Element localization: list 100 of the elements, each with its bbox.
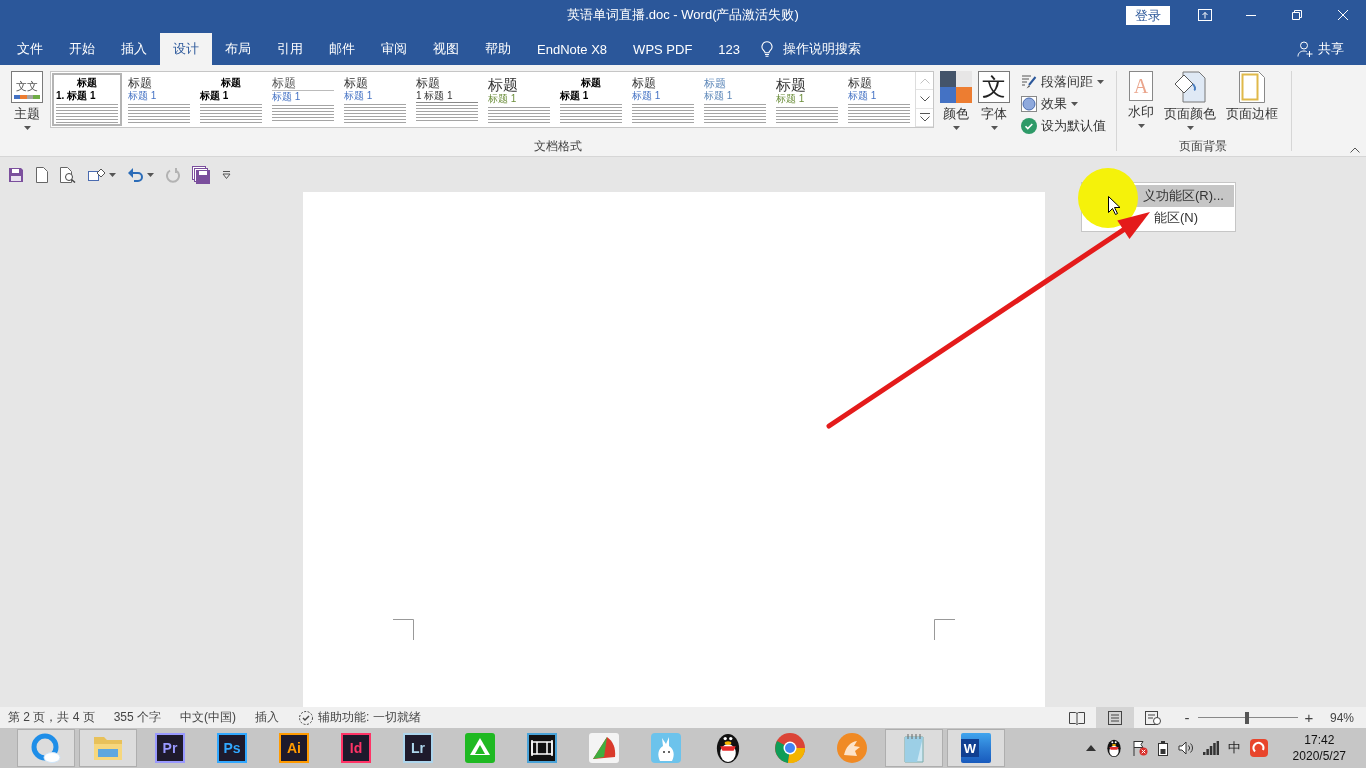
style-thumbnail[interactable]: 标题 1 标题 1 bbox=[412, 73, 482, 126]
save-icon bbox=[8, 166, 24, 183]
colors-button[interactable]: 颜色 bbox=[937, 71, 975, 130]
page-lines-icon bbox=[1107, 710, 1122, 725]
style-thumbnail[interactable]: 标题 标题 1 bbox=[772, 73, 842, 126]
accessibility-status[interactable]: 辅助功能: 一切就绪 bbox=[298, 707, 421, 728]
style-thumbnail[interactable]: 标题 标题 1 bbox=[268, 73, 338, 126]
page-magnifier-icon bbox=[60, 166, 76, 183]
themes-button[interactable]: 文文 主题 bbox=[8, 71, 46, 130]
status-item[interactable]: 插入 bbox=[255, 707, 280, 728]
sail-tile-icon bbox=[589, 733, 619, 763]
ribbon-tab[interactable]: EndNote X8 bbox=[524, 33, 621, 65]
page-globe-icon bbox=[1144, 710, 1161, 725]
taskbar-button[interactable]: Ps bbox=[203, 729, 261, 767]
watermark-button[interactable]: A 水印 bbox=[1125, 71, 1157, 128]
style-thumbnail[interactable]: 标题 标题 1 bbox=[340, 73, 410, 126]
battery-icon[interactable] bbox=[1156, 740, 1169, 756]
style-thumbnail[interactable]: 标题 标题 1 bbox=[844, 73, 914, 126]
circle-icon bbox=[1021, 95, 1037, 112]
ring-cloud-icon bbox=[31, 733, 61, 763]
customize-toolbar-button[interactable] bbox=[222, 170, 231, 179]
undo-button[interactable] bbox=[128, 167, 154, 182]
ribbon-tab[interactable]: 审阅 bbox=[368, 33, 420, 65]
tell-me-search[interactable]: 操作说明搜索 bbox=[753, 33, 870, 65]
app-tile-icon: Ps bbox=[217, 733, 247, 763]
swirl-tile-icon[interactable] bbox=[1249, 739, 1268, 757]
ribbon-tab[interactable]: 文件 bbox=[4, 33, 56, 65]
paint-bucket-icon bbox=[1173, 71, 1207, 103]
ribbon-tab[interactable]: 引用 bbox=[264, 33, 316, 65]
style-thumbnail[interactable]: 标题 标题 1 bbox=[196, 73, 266, 126]
zoom-slider-thumb[interactable] bbox=[1244, 711, 1249, 724]
status-item[interactable]: 第 2 页，共 4 页 bbox=[8, 707, 95, 728]
ribbon-tab[interactable]: 视图 bbox=[420, 33, 472, 65]
signal-bars-icon[interactable] bbox=[1202, 741, 1219, 755]
style-thumbnail[interactable]: 标题 1. 标题 1 bbox=[52, 73, 122, 126]
group-label: 页面背景 bbox=[1179, 138, 1227, 155]
ribbon-tab[interactable]: 插入 bbox=[108, 33, 160, 65]
page-borders-button[interactable]: 页面边框 bbox=[1223, 71, 1281, 122]
save-all-button[interactable] bbox=[192, 165, 210, 184]
ribbon-tab[interactable]: 邮件 bbox=[316, 33, 368, 65]
shapes-button[interactable] bbox=[88, 166, 116, 183]
taskbar-button[interactable]: Ai bbox=[265, 729, 323, 767]
app-tile-icon: Ai bbox=[279, 733, 309, 763]
flag-error-icon[interactable] bbox=[1131, 740, 1148, 756]
film-icon bbox=[527, 733, 557, 763]
zoom-out-button[interactable]: - bbox=[1179, 707, 1194, 728]
new-document-button[interactable] bbox=[36, 166, 48, 183]
effects-button[interactable]: 效果 bbox=[1019, 93, 1108, 114]
ribbon-tab[interactable]: 设计 bbox=[160, 33, 212, 65]
menu-caret-icon bbox=[222, 170, 231, 179]
style-thumbnail[interactable]: 标题 标题 1 bbox=[484, 73, 554, 126]
taskbar-clock[interactable]: 17:42 2020/5/27 bbox=[1290, 732, 1348, 764]
taskbar-button[interactable]: Lr bbox=[389, 729, 447, 767]
triangle-up-icon[interactable] bbox=[1085, 745, 1096, 751]
style-thumbnail[interactable]: 标题 标题 1 bbox=[124, 73, 194, 126]
style-thumbnail[interactable]: 标题 标题 1 bbox=[628, 73, 698, 126]
folder-icon bbox=[93, 735, 123, 761]
print-preview-button[interactable] bbox=[60, 166, 76, 183]
undo-icon bbox=[128, 167, 144, 182]
taskbar-button[interactable]: Id bbox=[327, 729, 385, 767]
speaker-icon[interactable] bbox=[1177, 740, 1194, 756]
app-tile-icon: Id bbox=[341, 733, 371, 763]
set-as-default-button[interactable]: 设为默认值 bbox=[1019, 115, 1108, 136]
ribbon-tab[interactable]: 123 bbox=[705, 33, 754, 65]
zoom-level[interactable]: 94% bbox=[1329, 710, 1354, 725]
taskbar-button[interactable]: W bbox=[947, 729, 1005, 767]
taskbar-button[interactable]: Pr bbox=[141, 729, 199, 767]
penguin-icon[interactable] bbox=[1104, 739, 1123, 757]
share-button[interactable]: 共享 bbox=[1297, 33, 1344, 65]
watermark-icon: A bbox=[1129, 71, 1153, 101]
print-layout-button[interactable] bbox=[1095, 707, 1134, 728]
paragraph-spacing-button[interactable]: 段落间距 bbox=[1019, 71, 1108, 92]
mouse-pointer-icon bbox=[1108, 196, 1120, 215]
page-color-button[interactable]: 页面颜色 bbox=[1161, 71, 1219, 130]
status-item[interactable]: 355 个字 bbox=[113, 707, 162, 728]
input-method-button[interactable]: 中 bbox=[1227, 739, 1241, 757]
ribbon-tab[interactable]: 开始 bbox=[56, 33, 108, 65]
ribbon-tab[interactable]: 帮助 bbox=[472, 33, 524, 65]
close-icon bbox=[1338, 10, 1348, 20]
window-title: 英语单词直播.doc - Word(产品激活失败) bbox=[567, 6, 799, 24]
ribbon-tab[interactable]: WPS PDF bbox=[620, 33, 706, 65]
zoom-in-button[interactable]: + bbox=[1301, 707, 1316, 728]
book-icon bbox=[1068, 710, 1085, 725]
sign-in-button[interactable]: 登录 bbox=[1126, 5, 1170, 25]
chevron-up-icon bbox=[1350, 147, 1360, 153]
triangle-tile-icon bbox=[465, 733, 495, 763]
restore-icon bbox=[1292, 10, 1302, 20]
app-tile-icon: Lr bbox=[403, 733, 433, 763]
ribbon-tab[interactable]: 布局 bbox=[212, 33, 264, 65]
collapse-ribbon-button[interactable] bbox=[1350, 147, 1360, 153]
style-thumbnail[interactable]: 标题 标题 1 bbox=[700, 73, 770, 126]
tricolor-circle-icon bbox=[775, 733, 805, 763]
status-item[interactable]: 中文(中国) bbox=[180, 707, 237, 728]
fonts-button[interactable]: 文 字体 bbox=[975, 71, 1013, 130]
person-add-icon bbox=[1297, 41, 1313, 57]
save-button[interactable] bbox=[8, 166, 24, 183]
chevron-up-icon bbox=[919, 77, 930, 84]
style-thumbnail[interactable]: 标题 标题 1 bbox=[556, 73, 626, 126]
group-label: 文档格式 bbox=[534, 138, 582, 155]
bunny-icon bbox=[651, 733, 681, 763]
